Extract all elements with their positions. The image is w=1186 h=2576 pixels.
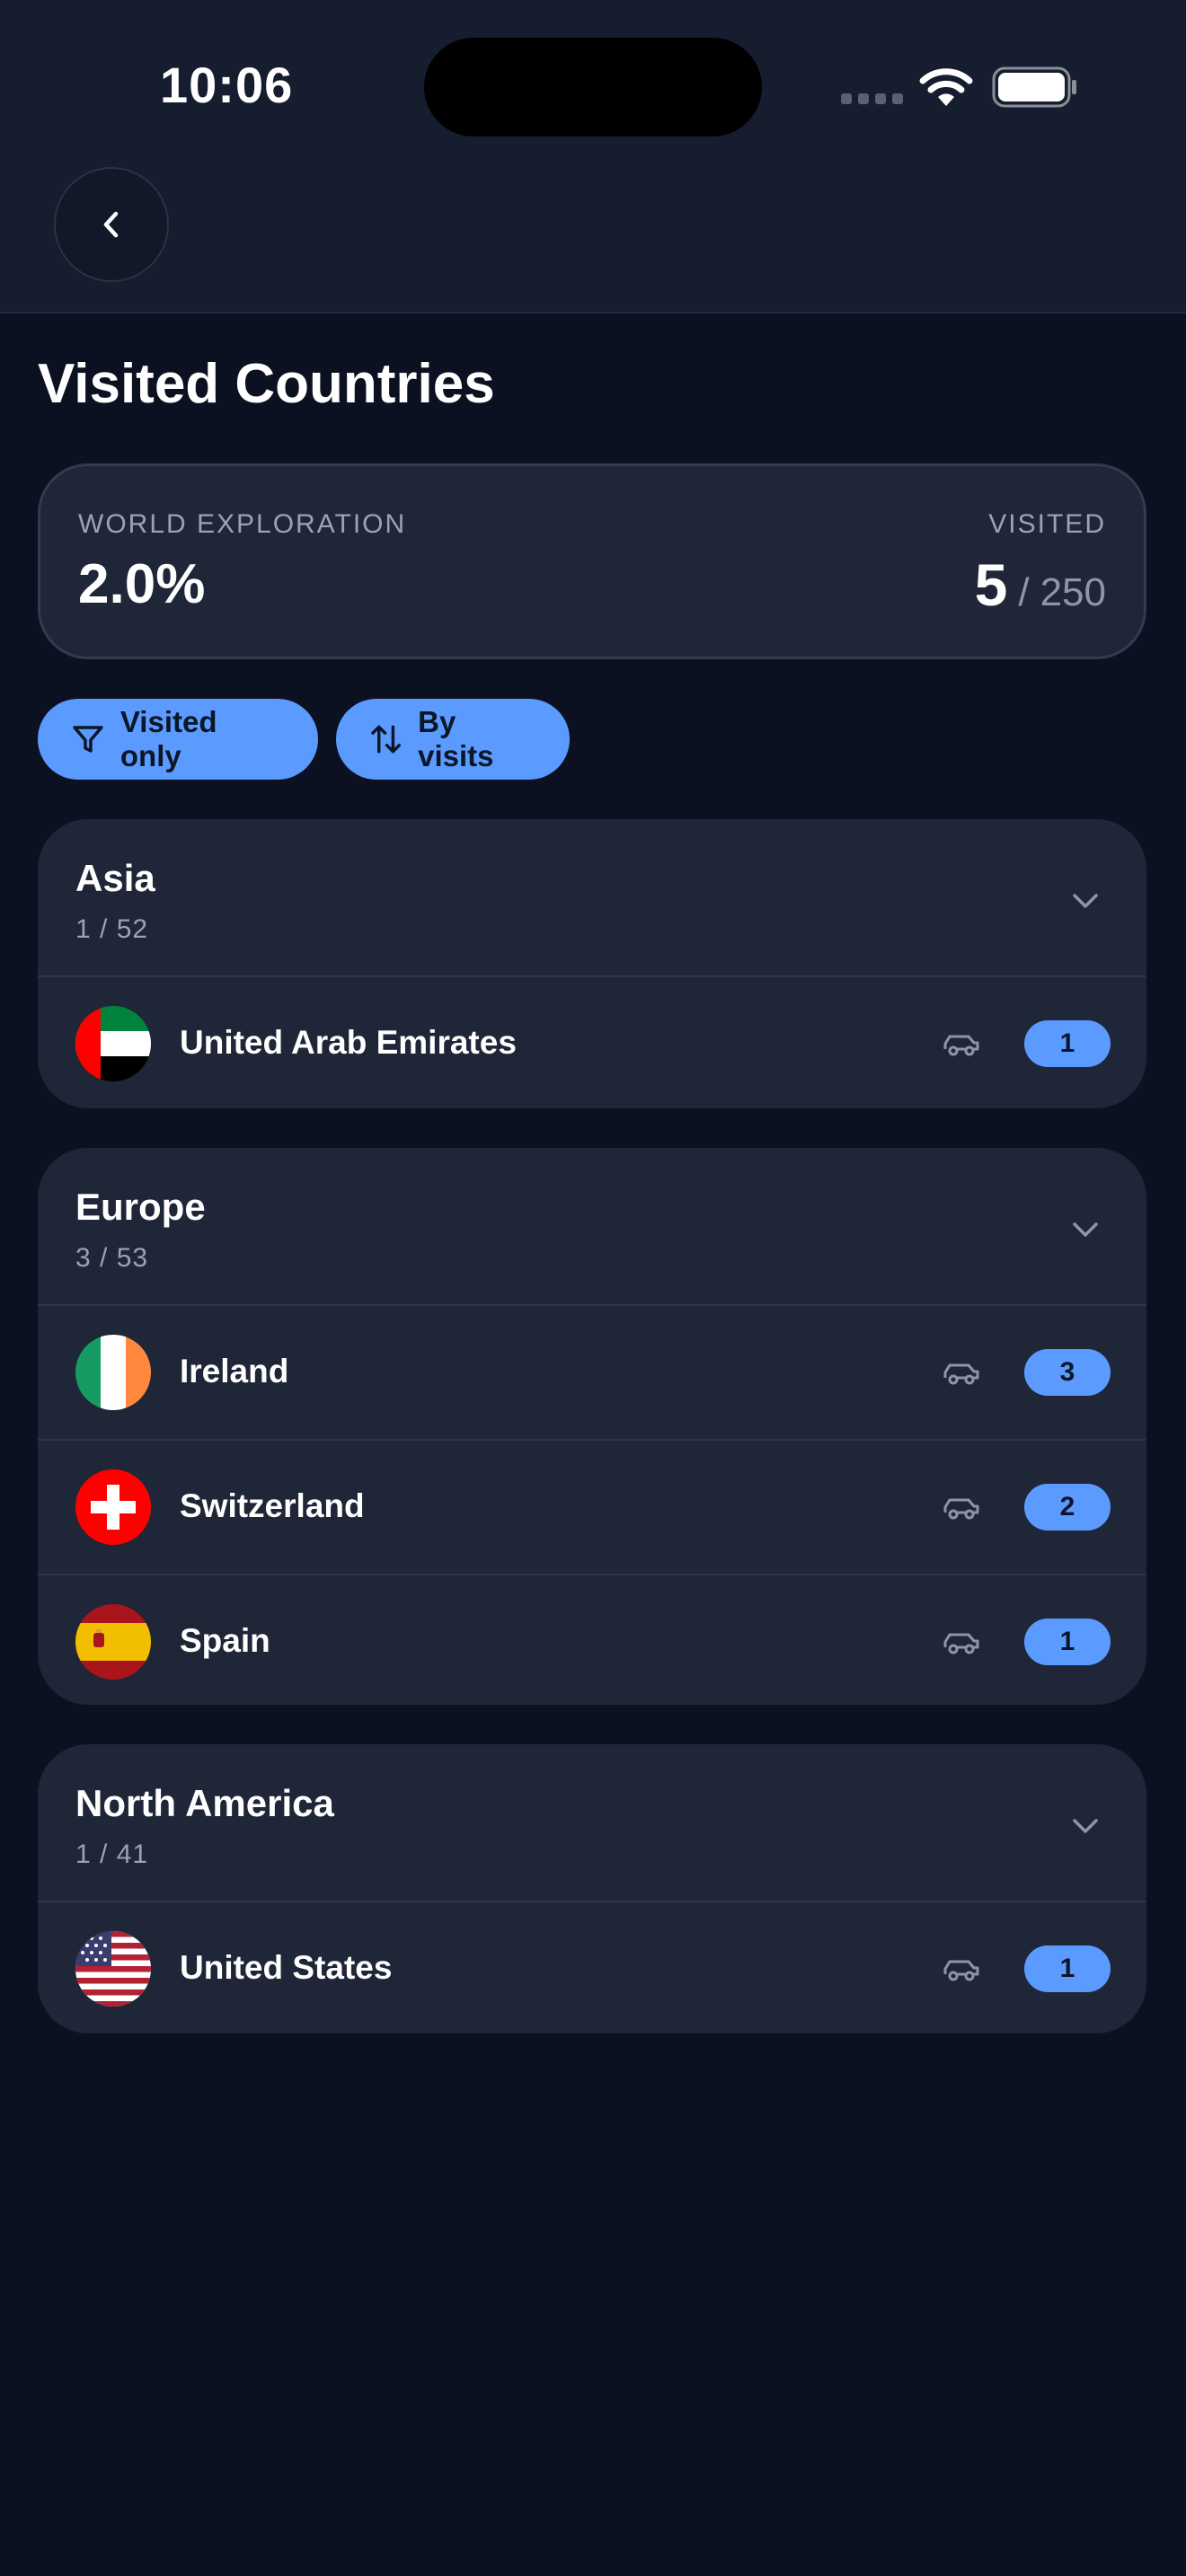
dynamic-island — [424, 38, 762, 137]
visited-total: 250 — [1040, 570, 1106, 614]
country-name: Ireland — [180, 1353, 289, 1389]
country-row-spain[interactable]: Spain 1 — [38, 1575, 1146, 1705]
uae-flag-icon — [75, 1006, 151, 1081]
group-name: Europe — [75, 1186, 206, 1228]
country-name: United Arab Emirates — [180, 1024, 517, 1061]
page-title: Visited Countries — [38, 353, 495, 415]
switzerland-flag-icon — [75, 1469, 151, 1545]
filter-icon — [73, 726, 103, 753]
battery-icon — [992, 66, 1076, 108]
ireland-flag-icon — [75, 1335, 151, 1410]
cellular-signal-icon — [841, 93, 903, 104]
country-row-united-states[interactable]: United States 1 — [38, 1902, 1146, 2033]
visited-separator: / — [1018, 570, 1030, 614]
visited-only-filter-button[interactable]: Visited only — [38, 699, 318, 780]
spain-flag-icon — [75, 1604, 151, 1680]
back-button[interactable] — [54, 167, 169, 282]
car-icon — [943, 1498, 979, 1520]
visit-count-badge: 1 — [1024, 1619, 1111, 1665]
group-name: North America — [75, 1782, 334, 1824]
car-icon — [943, 1035, 979, 1056]
group-header-asia[interactable]: Asia 1 / 52 — [38, 819, 1146, 977]
group-header-north-america[interactable]: North America 1 / 41 — [38, 1744, 1146, 1902]
chevron-down-icon — [1073, 1819, 1098, 1833]
visit-count-badge: 3 — [1024, 1349, 1111, 1396]
group-europe: Europe 3 / 53 Ireland 3 Switzerland 2 Sp… — [38, 1148, 1146, 1705]
chevron-down-icon — [1073, 1222, 1098, 1237]
country-row-switzerland[interactable]: Switzerland 2 — [38, 1441, 1146, 1575]
group-north-america: North America 1 / 41 United States 1 — [38, 1744, 1146, 2033]
visited-count: 5 — [974, 551, 1008, 618]
sort-by-visits-button[interactable]: By visits — [336, 699, 570, 780]
visited-only-label: Visited only — [119, 705, 217, 772]
group-count: 1 / 52 — [75, 914, 149, 944]
visited-summary: 5 / 250 — [975, 551, 1106, 619]
chevron-down-icon — [1073, 894, 1098, 908]
visited-label: VISITED — [988, 509, 1106, 539]
sort-arrows-icon — [371, 725, 401, 754]
wifi-icon — [919, 68, 973, 106]
world-exploration-label: WORLD EXPLORATION — [78, 509, 407, 539]
group-name: Asia — [75, 857, 155, 899]
us-flag-icon — [75, 1931, 151, 2007]
country-row-united-arab-emirates[interactable]: United Arab Emirates 1 — [38, 977, 1146, 1108]
group-count: 1 / 41 — [75, 1839, 149, 1869]
car-icon — [943, 1633, 979, 1654]
group-count: 3 / 53 — [75, 1243, 149, 1273]
visit-count-badge: 2 — [1024, 1484, 1111, 1531]
car-icon — [943, 1960, 979, 1981]
country-name: Switzerland — [180, 1487, 365, 1524]
world-exploration-value: 2.0% — [78, 553, 206, 615]
country-name: United States — [180, 1949, 393, 1986]
status-bar: 10:06 — [0, 0, 1186, 171]
country-name: Spain — [180, 1622, 270, 1659]
group-asia: Asia 1 / 52 United Arab Emirates 1 — [38, 819, 1146, 1108]
country-row-ireland[interactable]: Ireland 3 — [38, 1306, 1146, 1441]
back-chevron-icon — [103, 211, 119, 238]
group-header-europe[interactable]: Europe 3 / 53 — [38, 1148, 1146, 1306]
visit-count-badge: 1 — [1024, 1945, 1111, 1992]
sort-label: By visits — [418, 705, 494, 772]
status-time: 10:06 — [160, 57, 294, 113]
exploration-stats-card: WORLD EXPLORATION 2.0% VISITED 5 / 250 — [38, 463, 1146, 659]
visit-count-badge: 1 — [1024, 1020, 1111, 1067]
car-icon — [943, 1363, 979, 1385]
